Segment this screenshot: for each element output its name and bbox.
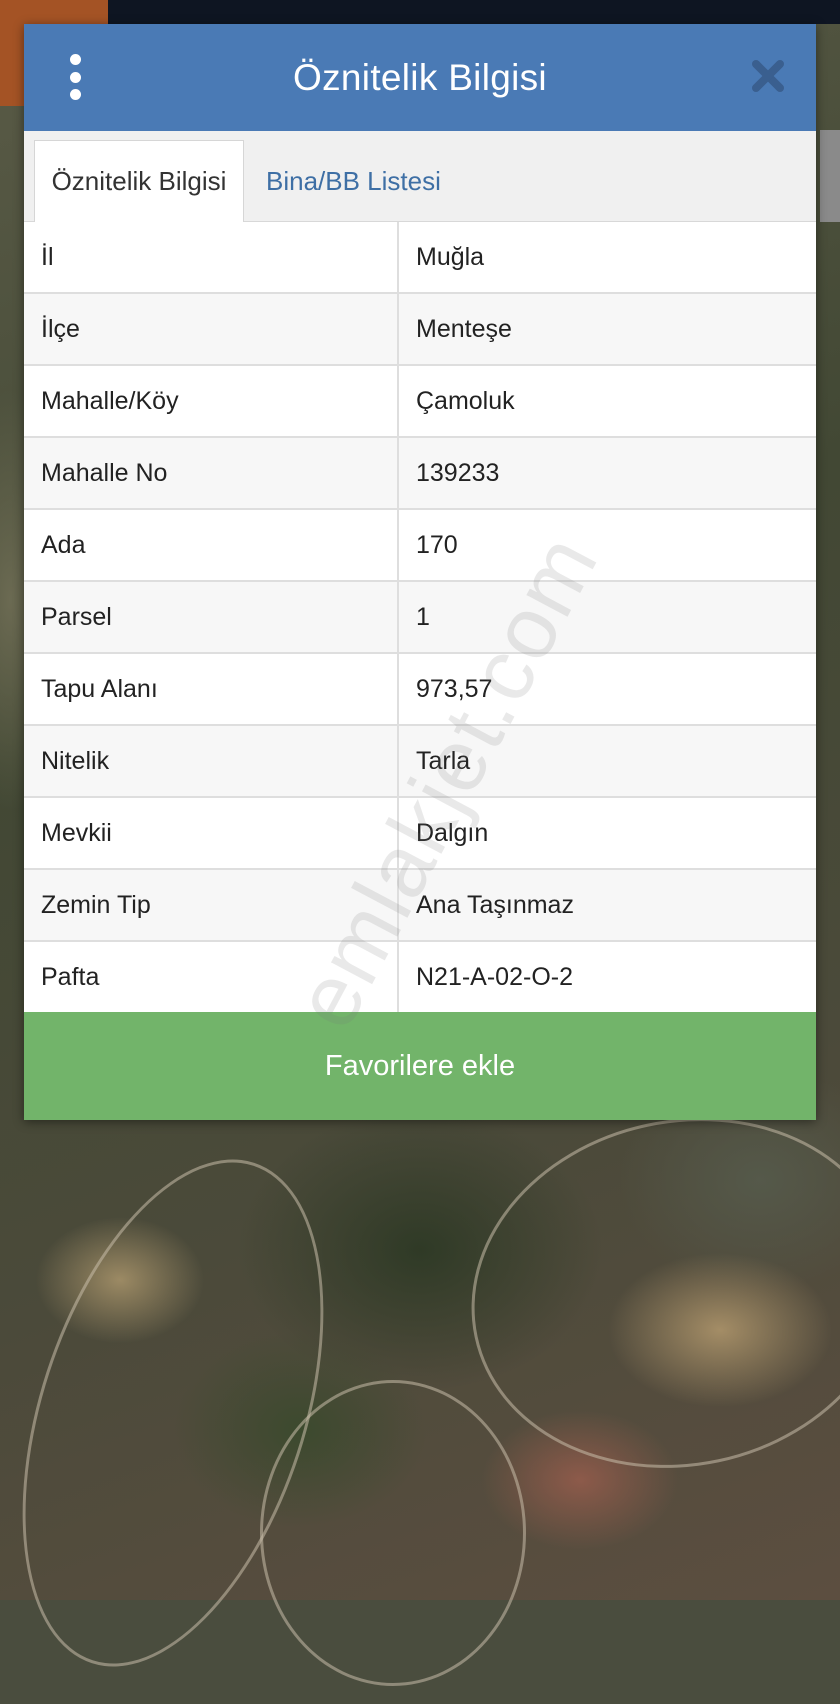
table-row: Pafta N21-A-02-O-2: [24, 941, 816, 1012]
tab-attribute-info[interactable]: Öznitelik Bilgisi: [34, 140, 244, 222]
table-row: Nitelik Tarla: [24, 725, 816, 798]
attribute-value: Dalgın: [398, 797, 816, 870]
attribute-key: Nitelik: [24, 725, 399, 798]
attribute-key: İlçe: [24, 293, 399, 366]
dialog-title: Öznitelik Bilgisi: [293, 56, 547, 98]
attribute-key: Mahalle No: [24, 437, 399, 510]
menu-dot: [69, 89, 81, 100]
table-row: Tapu Alanı 973,57: [24, 653, 816, 726]
attribute-value: N21-A-02-O-2: [416, 962, 573, 991]
table-row: Parsel 1: [24, 581, 816, 654]
attribute-value: Ana Taşınmaz: [398, 869, 816, 942]
table-row: Mahalle/Köy Çamoluk: [24, 365, 816, 438]
attribute-info-dialog: Öznitelik Bilgisi Öznitelik Bilgisi Bina…: [24, 24, 816, 1120]
attribute-key: Mahalle/Köy: [24, 365, 399, 438]
attribute-value: Muğla: [398, 222, 816, 294]
close-icon[interactable]: [748, 56, 788, 96]
tab-bar: Öznitelik Bilgisi Bina/BB Listesi: [24, 131, 816, 222]
attribute-value: 973,57: [398, 653, 816, 726]
attribute-value: Çamoluk: [398, 365, 816, 438]
more-vertical-icon[interactable]: [58, 54, 92, 100]
table-row: İlçe Menteşe: [24, 293, 816, 366]
attribute-value: 139233: [398, 437, 816, 510]
right-edge-control: [820, 130, 840, 222]
attribute-key: Parsel: [24, 581, 399, 654]
attribute-key: Tapu Alanı: [24, 653, 399, 726]
attribute-value: 170: [398, 509, 816, 582]
attribute-value: 1: [398, 581, 816, 654]
add-to-favorites-button[interactable]: Favorilere ekle: [24, 1012, 816, 1120]
attribute-key: İl: [24, 222, 399, 294]
attribute-value: Tarla: [398, 725, 816, 798]
table-row: İl Muğla: [24, 222, 816, 294]
dialog-header: Öznitelik Bilgisi: [24, 24, 816, 131]
attribute-key: Mevkii: [24, 797, 399, 870]
table-row: Mevkii Dalgın: [24, 797, 816, 870]
attribute-table: İl Muğla İlçe Menteşe Mahalle/Köy Çamolu…: [24, 222, 816, 1012]
menu-dot: [69, 54, 81, 65]
menu-dot: [69, 71, 81, 83]
attribute-value: Menteşe: [398, 293, 816, 366]
attribute-key: Zemin Tip: [24, 869, 399, 942]
attribute-key: Pafta: [24, 941, 399, 1012]
attribute-key: Ada: [24, 509, 399, 582]
table-row: Mahalle No 139233: [24, 437, 816, 510]
map-road: [260, 1380, 526, 1686]
table-row: Ada 170: [24, 509, 816, 582]
top-map-strip: [0, 0, 840, 24]
tab-building-list[interactable]: Bina/BB Listesi: [266, 140, 441, 222]
table-row: Zemin Tip Ana Taşınmaz: [24, 869, 816, 942]
